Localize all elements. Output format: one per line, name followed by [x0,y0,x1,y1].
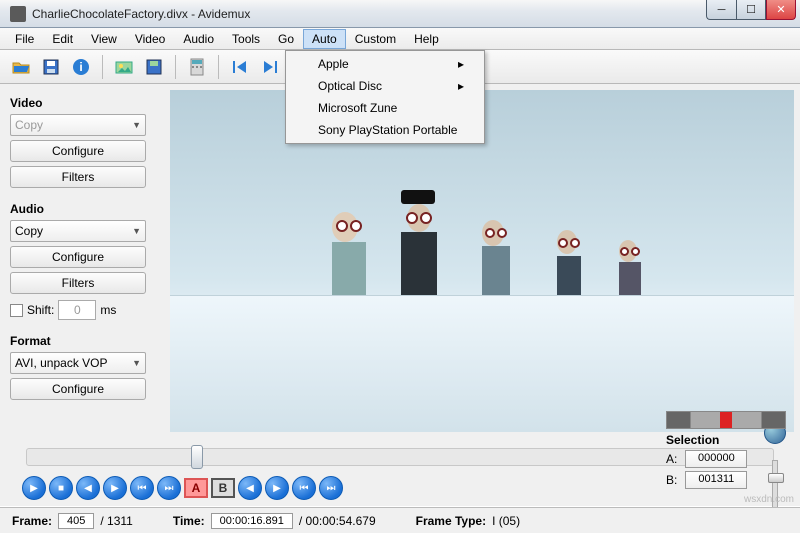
submenu-arrow-icon: ▸ [458,57,464,71]
sidebar: Video Copy▼ Configure Filters Audio Copy… [0,84,170,438]
shift-label: Shift: [27,303,54,317]
menu-video[interactable]: Video [126,29,174,49]
window-title: CharlieChocolateFactory.divx - Avidemux [32,7,250,21]
shift-unit: ms [100,303,116,317]
menu-audio[interactable]: Audio [174,29,223,49]
prev-black-button[interactable]: ⏮ [292,476,316,500]
prev-frame-button[interactable]: ◀ [76,476,100,500]
audio-section-label: Audio [10,202,160,216]
audio-codec-select[interactable]: Copy▼ [10,220,146,242]
close-button[interactable]: ✕ [766,0,796,20]
frame-value[interactable]: 405 [58,513,94,529]
menu-file[interactable]: File [6,29,43,49]
format-select[interactable]: AVI, unpack VOP▼ [10,352,146,374]
calculator-icon[interactable] [184,54,210,80]
auto-menu-dropdown: Apple▸ Optical Disc▸ Microsoft Zune Sony… [285,50,485,144]
minimize-button[interactable]: ─ [706,0,736,20]
audio-level-meter [666,411,786,429]
seek-slider[interactable] [26,448,774,466]
title-bar: CharlieChocolateFactory.divx - Avidemux … [0,0,800,28]
image-save-icon[interactable] [141,54,167,80]
set-marker-a-button[interactable]: A [184,478,208,498]
marker-b-label: B: [666,473,677,487]
goto-marker-a-button[interactable]: ◀ [238,476,262,500]
menu-item-apple[interactable]: Apple▸ [288,53,482,75]
marker-a-label: A: [666,452,677,466]
next-black-button[interactable]: ⏭ [319,476,343,500]
marker-b-value: 001311 [685,471,747,489]
menu-bar: File Edit View Video Audio Tools Go Auto… [0,28,800,50]
maximize-button[interactable]: ☐ [736,0,766,20]
separator [175,55,176,79]
separator [102,55,103,79]
time-label: Time: [173,514,205,528]
time-total: / 00:00:54.679 [299,514,376,528]
next-frame-button[interactable]: ▶ [103,476,127,500]
menu-go[interactable]: Go [269,29,303,49]
menu-auto[interactable]: Auto [303,29,346,49]
prev-keyframe-button[interactable]: ⏮ [130,476,154,500]
frame-total: / 1311 [100,514,132,528]
seek-thumb[interactable] [191,445,203,469]
window-controls: ─ ☐ ✕ [706,0,796,20]
menu-custom[interactable]: Custom [346,29,405,49]
goto-marker-b-button[interactable]: ▶ [265,476,289,500]
volume-thumb[interactable] [768,473,784,483]
open-icon[interactable] [8,54,34,80]
shift-checkbox[interactable] [10,304,23,317]
goto-end-icon[interactable] [257,54,283,80]
menu-item-psp[interactable]: Sony PlayStation Portable [288,119,482,141]
frame-type-label: Frame Type: [416,514,486,528]
next-keyframe-button[interactable]: ⏭ [157,476,181,500]
format-configure-button[interactable]: Configure [10,378,146,400]
stop-button[interactable]: ■ [49,476,73,500]
menu-view[interactable]: View [82,29,126,49]
frame-type-value: I (05) [492,514,520,528]
volume-slider[interactable] [772,460,778,514]
format-section-label: Format [10,334,160,348]
selection-header: Selection [666,433,786,447]
time-value[interactable]: 00:00:16.891 [211,513,293,529]
svg-text:i: i [79,60,82,74]
info-icon[interactable]: i [68,54,94,80]
app-icon [10,6,26,22]
separator [218,55,219,79]
menu-help[interactable]: Help [405,29,448,49]
submenu-arrow-icon: ▸ [458,79,464,93]
video-filters-button[interactable]: Filters [10,166,146,188]
marker-a-value: 000000 [685,450,747,468]
save-icon[interactable] [38,54,64,80]
video-configure-button[interactable]: Configure [10,140,146,162]
audio-configure-button[interactable]: Configure [10,246,146,268]
video-codec-select[interactable]: Copy▼ [10,114,146,136]
menu-tools[interactable]: Tools [223,29,269,49]
menu-item-optical-disc[interactable]: Optical Disc▸ [288,75,482,97]
goto-start-icon[interactable] [227,54,253,80]
play-button[interactable]: ▶ [22,476,46,500]
status-bar: Frame: 405 / 1311 Time: 00:00:16.891 / 0… [0,507,800,533]
image-load-icon[interactable] [111,54,137,80]
menu-edit[interactable]: Edit [43,29,82,49]
watermark: wsxdn.com [744,494,794,505]
video-section-label: Video [10,96,160,110]
shift-value-input[interactable]: 0 [58,300,96,320]
set-marker-b-button[interactable]: B [211,478,235,498]
frame-label: Frame: [12,514,52,528]
audio-filters-button[interactable]: Filters [10,272,146,294]
menu-item-zune[interactable]: Microsoft Zune [288,97,482,119]
